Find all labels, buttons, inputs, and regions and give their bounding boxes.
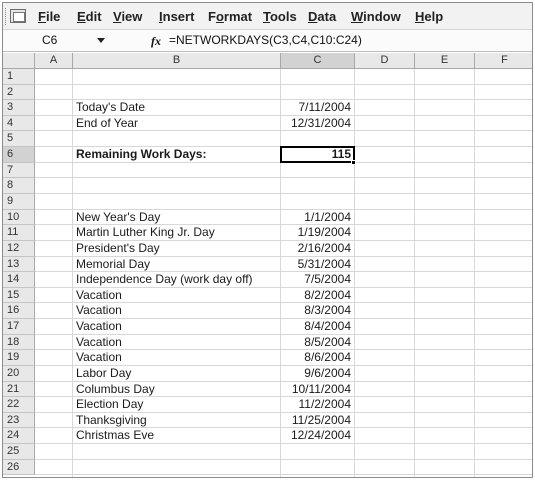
cell-c3[interactable]: 7/11/2004 — [284, 100, 352, 116]
grid-line — [35, 459, 532, 460]
excel-window: File Edit View Insert Format Tools Data Window H… — [2, 2, 533, 478]
cell-c17[interactable]: 8/4/2004 — [284, 319, 351, 335]
grid-line — [35, 474, 532, 475]
row-header-11[interactable]: 11 — [3, 225, 35, 241]
menu-view[interactable]: View — [113, 9, 142, 24]
cell-b4[interactable]: End of Year — [76, 116, 277, 131]
row-header-6[interactable]: 6 — [3, 147, 35, 163]
cell-b21[interactable]: Columbus Day — [76, 382, 277, 397]
insert-function-icon[interactable]: fx — [151, 34, 161, 49]
cell-c4[interactable]: 12/31/2004 — [284, 116, 351, 131]
cell-b14[interactable]: Independence Day (work day off) — [76, 272, 277, 288]
row-header-14[interactable]: 14 — [3, 272, 35, 288]
row-header-15[interactable]: 15 — [3, 288, 35, 303]
menu-bar: File Edit View Insert Format Tools Data Window H… — [3, 3, 532, 30]
row-header-22[interactable]: 22 — [3, 397, 35, 413]
menu-help[interactable]: Help — [415, 9, 443, 24]
grid-line — [72, 69, 73, 477]
cell-c18[interactable]: 8/5/2004 — [284, 335, 351, 350]
row-header-13[interactable]: 13 — [3, 257, 35, 272]
menu-tools[interactable]: Tools — [263, 9, 297, 24]
cell-b24[interactable]: Christmas Eve — [76, 428, 277, 444]
cell-b10[interactable]: New Year's Day — [76, 210, 277, 225]
row-header-8[interactable]: 8 — [3, 178, 35, 194]
cell-area[interactable]: Today's Date 7/11/2004 End of Year 12/31/20… — [35, 69, 532, 477]
row-header-10[interactable]: 10 — [3, 210, 35, 225]
cell-c20[interactable]: 9/6/2004 — [284, 366, 351, 382]
row-header-19[interactable]: 19 — [3, 350, 35, 366]
grid-line — [474, 69, 475, 477]
menu-data[interactable]: Data — [308, 9, 336, 24]
name-box-dropdown-icon[interactable] — [97, 38, 105, 43]
cell-b3[interactable]: Today's Date — [76, 100, 277, 116]
menu-insert[interactable]: Insert — [159, 9, 194, 24]
row-header-26[interactable]: 26 — [3, 460, 35, 475]
cell-c11[interactable]: 1/19/2004 — [284, 225, 351, 241]
cell-b17[interactable]: Vacation — [76, 319, 277, 335]
grid-line — [354, 69, 355, 477]
row-header-16[interactable]: 16 — [3, 303, 35, 319]
row-header-21[interactable]: 21 — [3, 382, 35, 397]
menu-file[interactable]: File — [38, 9, 60, 24]
row-header-2[interactable]: 2 — [3, 85, 35, 100]
cell-b12[interactable]: President's Day — [76, 241, 277, 257]
cell-c12[interactable]: 2/16/2004 — [284, 241, 351, 257]
cell-b15[interactable]: Vacation — [76, 288, 277, 303]
menu-window[interactable]: Window — [351, 9, 401, 24]
row-header-23[interactable]: 23 — [3, 413, 35, 428]
formula-bar: C6 fx =NETWORKDAYS(C3,C4,C10:C24) — [3, 30, 532, 52]
cell-b18[interactable]: Vacation — [76, 335, 277, 350]
row-header-5[interactable]: 5 — [3, 131, 35, 147]
grid-line — [35, 177, 532, 178]
row-header-4[interactable]: 4 — [3, 116, 35, 131]
column-header-d[interactable]: D — [355, 53, 415, 69]
column-header-b[interactable]: B — [73, 53, 281, 69]
cell-c19[interactable]: 8/6/2004 — [284, 350, 351, 366]
row-header-17[interactable]: 17 — [3, 319, 35, 335]
cell-c14[interactable]: 7/5/2004 — [284, 272, 351, 288]
grid-line — [35, 193, 532, 194]
row-header-9[interactable]: 9 — [3, 194, 35, 210]
formula-input[interactable]: =NETWORKDAYS(C3,C4,C10:C24) — [169, 33, 362, 47]
column-header-e[interactable]: E — [415, 53, 475, 69]
menu-format[interactable]: Format — [208, 9, 252, 24]
cell-c23[interactable]: 11/25/2004 — [284, 413, 351, 428]
cell-b20[interactable]: Labor Day — [76, 366, 277, 382]
cell-c10[interactable]: 1/1/2004 — [284, 210, 351, 225]
cell-b23[interactable]: Thanksgiving — [76, 413, 277, 428]
cell-c22[interactable]: 11/2/2004 — [284, 397, 352, 413]
select-all-button[interactable] — [3, 53, 35, 69]
column-header-c[interactable]: C — [281, 53, 355, 69]
grid-line — [280, 69, 281, 477]
toolbar-grip[interactable] — [5, 8, 7, 25]
cell-c24[interactable]: 12/24/2004 — [284, 428, 351, 444]
row-header-24[interactable]: 24 — [3, 428, 35, 444]
cell-b11[interactable]: Martin Luther King Jr. Day — [76, 225, 277, 241]
row-header-18[interactable]: 18 — [3, 335, 35, 350]
column-header-f[interactable]: F — [475, 53, 532, 69]
row-header-1[interactable]: 1 — [3, 69, 35, 85]
cell-c13[interactable]: 5/31/2004 — [284, 257, 351, 272]
row-header-12[interactable]: 12 — [3, 241, 35, 257]
fill-handle[interactable] — [351, 160, 356, 165]
row-header-20[interactable]: 20 — [3, 366, 35, 382]
cell-c15[interactable]: 8/2/2004 — [284, 288, 351, 303]
cell-c16[interactable]: 8/3/2004 — [284, 303, 351, 319]
cell-b6[interactable]: Remaining Work Days: — [76, 147, 277, 163]
row-header-25[interactable]: 25 — [3, 444, 35, 460]
cell-b16[interactable]: Vacation — [76, 303, 277, 319]
menu-edit[interactable]: Edit — [77, 9, 102, 24]
column-header-a[interactable]: A — [35, 53, 73, 69]
active-cell-border — [280, 146, 355, 163]
cell-c21[interactable]: 10/11/2004 — [284, 382, 351, 397]
grid-line — [35, 84, 532, 85]
cell-b13[interactable]: Memorial Day — [76, 257, 277, 272]
cell-b19[interactable]: Vacation — [76, 350, 277, 366]
name-box[interactable]: C6 — [28, 32, 133, 49]
workbook-icon[interactable] — [10, 9, 26, 23]
row-header-3[interactable]: 3 — [3, 100, 35, 116]
row-header-7[interactable]: 7 — [3, 163, 35, 178]
cell-b22[interactable]: Election Day — [76, 397, 277, 413]
grid-line — [414, 69, 415, 477]
